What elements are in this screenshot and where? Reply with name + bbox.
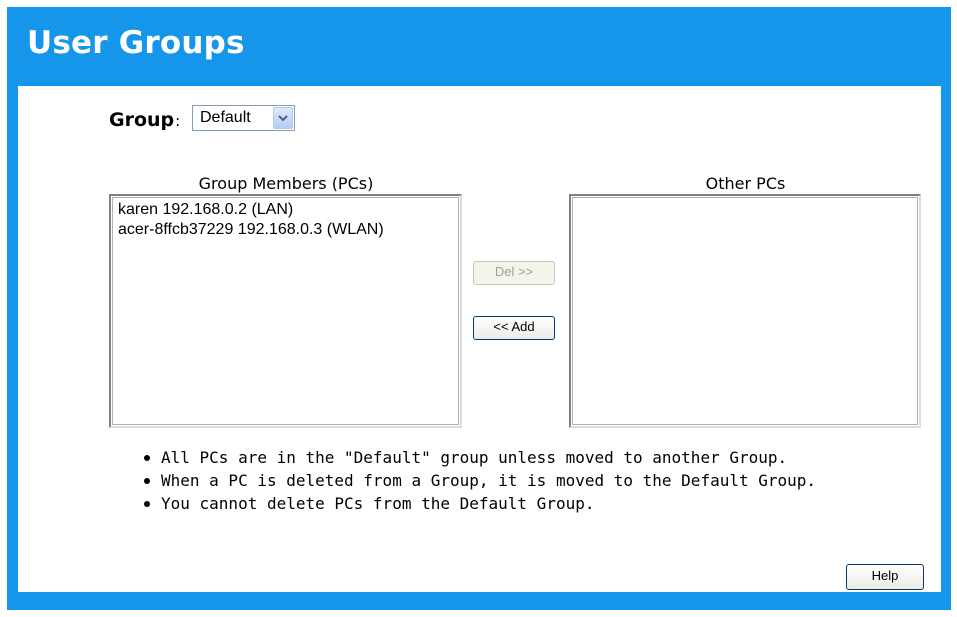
group-label-colon: : (175, 112, 181, 130)
note-text: All PCs are in the "Default" group unles… (161, 448, 788, 467)
group-members-list[interactable]: karen 192.168.0.2 (LAN) acer-8ffcb37229 1… (109, 194, 462, 428)
list-item[interactable]: acer-8ffcb37229 192.168.0.3 (WLAN) (115, 220, 456, 240)
page-title: User Groups (27, 25, 245, 61)
bullet-icon (144, 501, 150, 507)
note-item: All PCs are in the "Default" group unles… (136, 446, 816, 469)
group-label-text: Group (109, 109, 175, 131)
other-pcs-title: Other PCs (705, 174, 786, 193)
note-text: You cannot delete PCs from the Default G… (161, 494, 595, 513)
group-members-list-items: karen 192.168.0.2 (LAN) acer-8ffcb37229 1… (115, 200, 456, 422)
note-text: When a PC is deleted from a Group, it is… (161, 471, 817, 490)
help-button[interactable]: Help (846, 564, 924, 590)
other-pcs-list[interactable] (569, 194, 921, 428)
content-panel: Group: Default Group Members (PCs) karen… (18, 86, 941, 592)
note-item: You cannot delete PCs from the Default G… (136, 492, 816, 515)
bullet-icon (144, 455, 150, 461)
group-select-value: Default (200, 109, 251, 126)
select-arrow-button[interactable] (273, 107, 293, 129)
chevron-down-icon (278, 115, 288, 122)
page-frame: User Groups Group: Default Group Members… (7, 7, 951, 610)
del-button[interactable]: Del >> (473, 261, 555, 285)
other-pcs-list-items (575, 200, 915, 422)
group-label: Group: (109, 108, 180, 133)
note-item: When a PC is deleted from a Group, it is… (136, 469, 816, 492)
list-item[interactable]: karen 192.168.0.2 (LAN) (115, 200, 456, 220)
notes-list: All PCs are in the "Default" group unles… (136, 446, 816, 515)
bullet-icon (144, 478, 150, 484)
group-select[interactable]: Default (192, 105, 295, 131)
group-members-title: Group Members (PCs) (198, 174, 374, 193)
add-button[interactable]: << Add (473, 316, 555, 340)
